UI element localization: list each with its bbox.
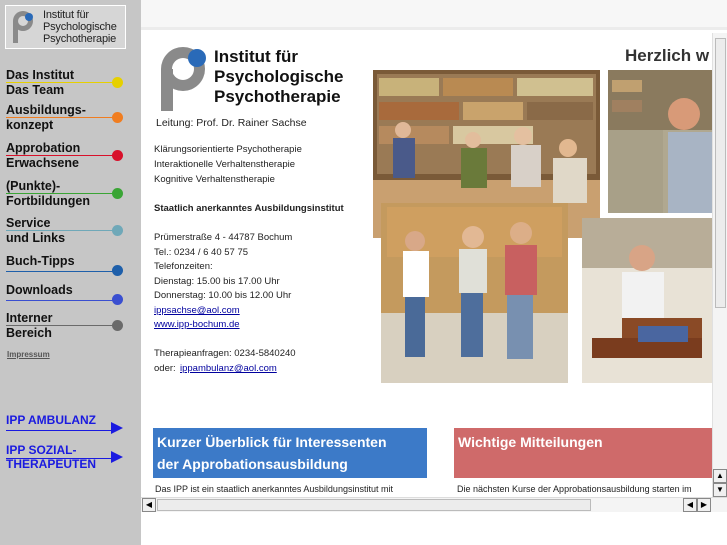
nav-label: Ausbildungs- (6, 103, 86, 117)
telephone: Tel.: 0234 / 6 40 57 75 (154, 247, 249, 258)
sidebar-navigation: Institut für Psychologische Psychotherap… (0, 0, 141, 545)
nav-label: (Punkte)- (6, 179, 61, 193)
nav-item-service[interactable]: Service und Links (6, 216, 126, 246)
nav-item-approbation[interactable]: Approbation Erwachsene (6, 141, 126, 171)
overview-header[interactable]: Kurzer Überblick für Interessenten der A… (153, 428, 427, 478)
nav-label: Das Team (6, 83, 65, 97)
nav-label: Fortbildungen (6, 194, 91, 208)
announcements-text: Die nächsten Kurse der Approbationsausbi… (457, 484, 692, 494)
nav-divider (6, 230, 114, 231)
nav-divider (6, 82, 114, 83)
address: Prümerstraße 4 - 44787 Bochum (154, 232, 293, 243)
nav-divider (6, 193, 114, 194)
logo-line: Institut für (43, 9, 89, 21)
welcome-heading: Herzlich w (625, 46, 710, 65)
nav-label: Approbation (6, 141, 81, 155)
header-line: der Approbationsausbildung (157, 456, 348, 472)
hours-label: Telefonzeiten: (154, 261, 213, 272)
announcements-header[interactable]: Wichtige Mitteilungen (454, 428, 712, 478)
therapy-type: Klärungsorientierte Psychotherapie (154, 144, 302, 155)
content-frame: Institut für Psychologische Psychotherap… (141, 0, 727, 545)
nav-label: Service (6, 216, 51, 230)
nav-divider (6, 155, 114, 156)
gray-dot-icon (112, 320, 123, 331)
therapy-inquiries: Therapieanfragen: 0234-5840240 (154, 348, 296, 359)
header-line: Wichtige Mitteilungen (458, 434, 603, 450)
horizontal-scroll-thumb[interactable] (157, 499, 591, 511)
overview-text: Das IPP ist ein staatlich anerkanntes Au… (155, 484, 393, 494)
nav-label: und Links (6, 231, 66, 245)
link-underline (6, 430, 116, 431)
top-frame (141, 0, 727, 30)
email-link[interactable]: ippsachse@aol.com (154, 304, 240, 319)
yellow-dot-icon (112, 77, 123, 88)
scroll-left-button[interactable]: ◀ (142, 498, 156, 512)
blue-dot-icon (112, 265, 123, 276)
nav-label: Interner (6, 311, 53, 325)
scroll-down-button[interactable]: ▼ (713, 483, 727, 497)
scroll-left-button-end[interactable]: ◀ (683, 498, 697, 512)
or-label: oder: (154, 363, 176, 374)
ipp-ambulanz-link[interactable]: IPP AMBULANZ (6, 413, 126, 434)
therapy-type: Interaktionelle Verhaltenstherapie (154, 159, 296, 170)
nav-item-buchtipps[interactable]: Buch-Tipps (6, 254, 126, 276)
director: Leitung: Prof. Dr. Rainer Sachse (156, 117, 307, 129)
institute-logo[interactable]: Institut für Psychologische Psychotherap… (5, 5, 126, 49)
nav-item-institut[interactable]: Das Institut Das Team (6, 68, 126, 98)
nav-item-ausbildungskonzept[interactable]: Ausbildungs- konzept (6, 103, 126, 133)
presenter-photo (608, 70, 712, 213)
ipp-logo-icon (13, 11, 33, 43)
arrow-right-icon (111, 451, 123, 463)
hours-thursday: Donnerstag: 10.00 bis 12.00 Uhr (154, 290, 292, 301)
nav-divider (6, 117, 114, 118)
indigo-dot-icon (112, 294, 123, 305)
therapy-session-photo (582, 218, 712, 383)
kitchen-photo (381, 203, 568, 383)
horizontal-scrollbar[interactable]: ◀ ◀ ▶ (141, 497, 727, 512)
header-line: Kurzer Überblick für Interessenten (157, 434, 387, 450)
link-label: IPP AMBULANZ (6, 413, 96, 427)
nav-item-fortbildungen[interactable]: (Punkte)- Fortbildungen (6, 179, 126, 209)
logo-title-line: Psychologische (214, 67, 344, 86)
scroll-up-button[interactable]: ▲ (713, 469, 727, 483)
nav-label: Buch-Tipps (6, 254, 75, 268)
vertical-scroll-thumb[interactable] (715, 38, 726, 308)
nav-label: Downloads (6, 283, 73, 297)
nav-label: Das Institut (6, 68, 75, 82)
ambulanz-email-link[interactable]: ippambulanz@aol.com (180, 362, 277, 377)
teal-dot-icon (112, 225, 123, 236)
green-dot-icon (112, 188, 123, 199)
nav-label: Bereich (6, 326, 52, 340)
nav-label: konzept (6, 118, 54, 132)
red-dot-icon (112, 150, 123, 161)
nav-divider (6, 325, 114, 326)
arrow-right-icon (111, 422, 123, 434)
logo-title-line: Institut für (214, 47, 299, 66)
orange-dot-icon (112, 112, 123, 123)
nav-divider (6, 300, 114, 301)
ipp-sozialtherapeuten-link[interactable]: IPP SOZIAL- THERAPEUTEN (6, 443, 126, 471)
logo-title-line: Psychotherapie (214, 87, 341, 106)
link-label: THERAPEUTEN (6, 457, 97, 471)
link-underline (6, 458, 116, 459)
vertical-scrollbar[interactable]: ▲ ▼ (712, 33, 727, 497)
logo-line: Psychologische (43, 21, 117, 33)
website-link[interactable]: www.ipp-bochum.de (154, 318, 240, 333)
logo-line: Psychotherapie (43, 33, 117, 45)
link-label: IPP SOZIAL- (6, 443, 77, 457)
main-content: Institut für Psychologische Psychotherap… (141, 33, 712, 497)
ipp-logo-icon (161, 47, 206, 111)
therapy-type: Kognitive Verhaltenstherapie (154, 174, 275, 185)
hours-tuesday: Dienstag: 15.00 bis 17.00 Uhr (154, 276, 280, 287)
impressum-link[interactable]: Impressum (7, 350, 50, 359)
accreditation: Staatlich anerkanntes Ausbildungsinstitu… (154, 203, 344, 214)
nav-item-intern[interactable]: Interner Bereich (6, 311, 126, 341)
scroll-right-button[interactable]: ▶ (697, 498, 711, 512)
nav-label: Erwachsene (6, 156, 79, 170)
nav-divider (6, 271, 114, 272)
nav-item-downloads[interactable]: Downloads (6, 283, 126, 305)
